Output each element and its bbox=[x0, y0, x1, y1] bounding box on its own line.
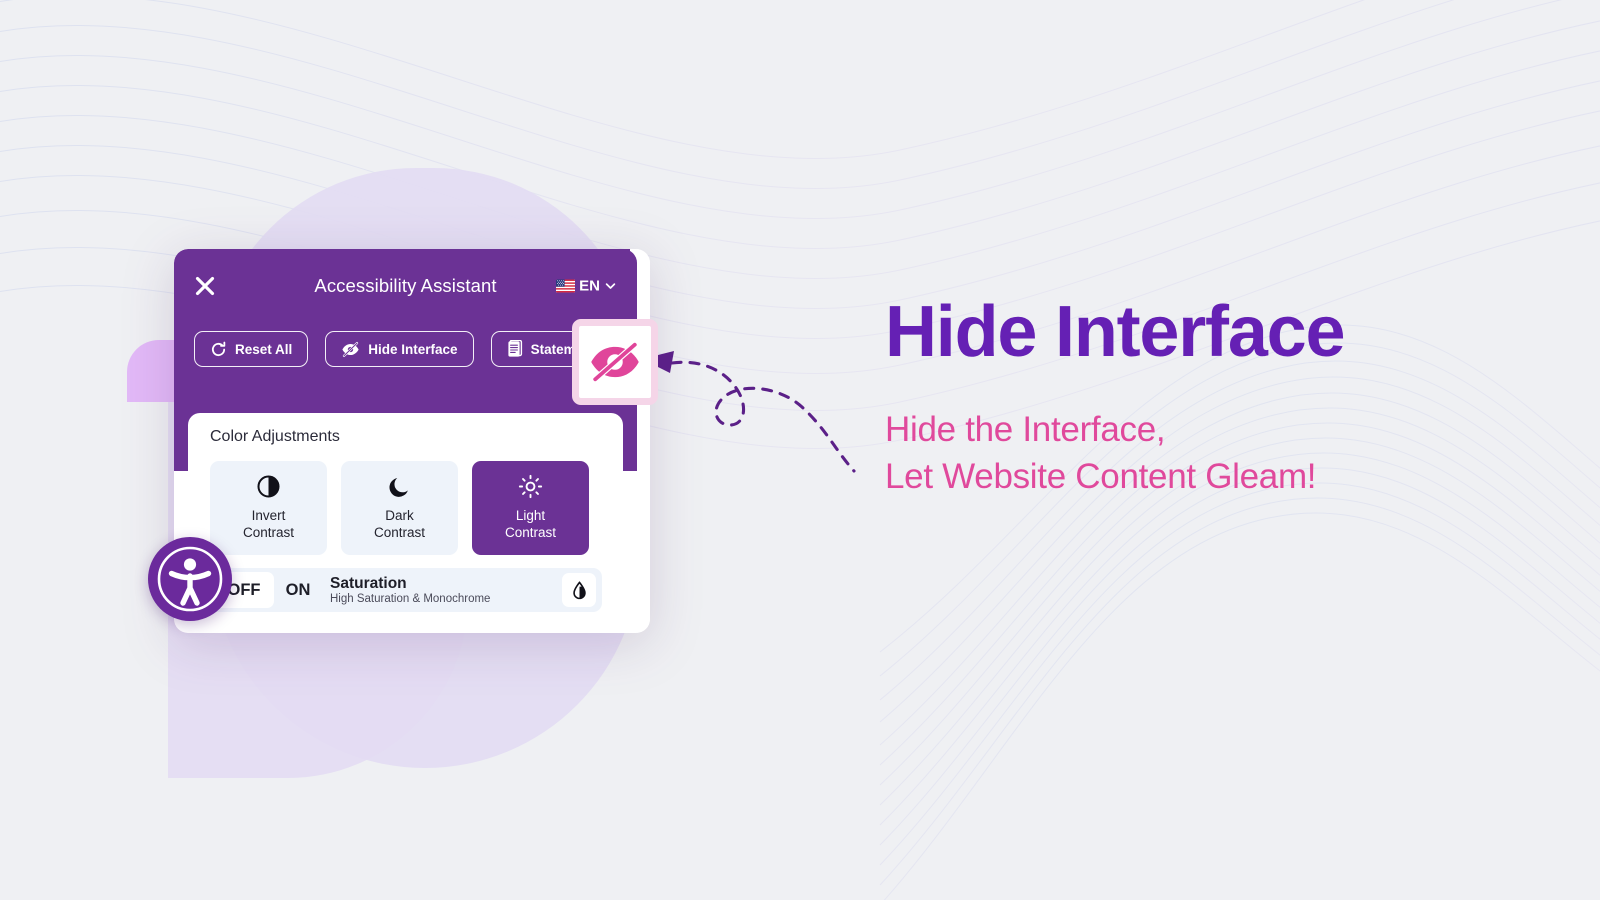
droplet-icon bbox=[562, 573, 596, 607]
hero-subtitle-line1: Hide the Interface, bbox=[885, 410, 1166, 450]
contrast-half-circle-icon bbox=[257, 475, 280, 498]
hide-interface-callout[interactable] bbox=[572, 319, 658, 405]
accessibility-person-icon bbox=[157, 546, 223, 612]
hero-heading: Hide Interface bbox=[885, 292, 1346, 372]
dashed-loop-arrow bbox=[642, 351, 856, 473]
saturation-description: High Saturation & Monochrome bbox=[330, 593, 491, 606]
eye-slash-icon bbox=[342, 341, 359, 357]
page-root: Accessibility Assistant EN Reset All Hid… bbox=[0, 0, 1600, 900]
hero-subtitle: Hide the Interface, Let Website Content … bbox=[885, 407, 1525, 499]
quick-actions-bar: Reset All Hide Interface Statement bbox=[194, 331, 612, 367]
eye-slash-icon bbox=[591, 341, 639, 383]
hero-subtitle-line2: Let Website Content Gleam! bbox=[885, 456, 1317, 496]
accessibility-fab-button[interactable] bbox=[148, 537, 232, 621]
tile-dark-contrast-label: Dark Contrast bbox=[373, 507, 426, 540]
moon-icon bbox=[388, 477, 408, 497]
us-flag-icon bbox=[556, 279, 576, 293]
reset-icon bbox=[211, 341, 226, 356]
panel-titlebar: Accessibility Assistant EN bbox=[174, 249, 637, 323]
tile-invert-contrast[interactable]: Invert Contrast bbox=[210, 461, 327, 555]
tile-light-contrast[interactable]: Light Contrast bbox=[472, 461, 589, 555]
hide-interface-label: Hide Interface bbox=[368, 341, 458, 357]
saturation-name: Saturation bbox=[330, 574, 407, 592]
hide-interface-button[interactable]: Hide Interface bbox=[325, 331, 474, 367]
panel-scroll-edge bbox=[637, 249, 650, 633]
reset-all-button[interactable]: Reset All bbox=[194, 331, 309, 367]
reset-all-label: Reset All bbox=[235, 341, 293, 357]
tile-dark-contrast[interactable]: Dark Contrast bbox=[341, 461, 458, 555]
document-icon bbox=[507, 340, 522, 357]
hero-text-block: Hide Interface Hide the Interface, Let W… bbox=[885, 292, 1525, 500]
color-adjustment-tiles: Invert Contrast Dark Contrast Light Cont… bbox=[210, 461, 589, 555]
panel-surface: Accessibility Assistant EN Reset All Hid… bbox=[174, 249, 650, 633]
saturation-toggle-on[interactable]: ON bbox=[274, 572, 322, 608]
sun-icon bbox=[518, 474, 543, 499]
language-code: EN bbox=[579, 277, 600, 295]
panel-body: Color Adjustments Invert Contrast Dark C… bbox=[188, 413, 623, 625]
chevron-down-icon bbox=[605, 283, 616, 289]
section-title-color-adjustments: Color Adjustments bbox=[210, 428, 340, 445]
tile-light-contrast-label: Light Contrast bbox=[504, 508, 557, 540]
tile-invert-contrast-label: Invert Contrast bbox=[242, 508, 295, 540]
language-selector[interactable]: EN bbox=[556, 278, 617, 295]
accessibility-assistant-panel: Accessibility Assistant EN Reset All Hid… bbox=[174, 249, 650, 633]
saturation-row: OFF ON Saturation High Saturation & Mono… bbox=[210, 568, 602, 612]
saturation-text: Saturation High Saturation & Monochrome bbox=[324, 575, 562, 606]
